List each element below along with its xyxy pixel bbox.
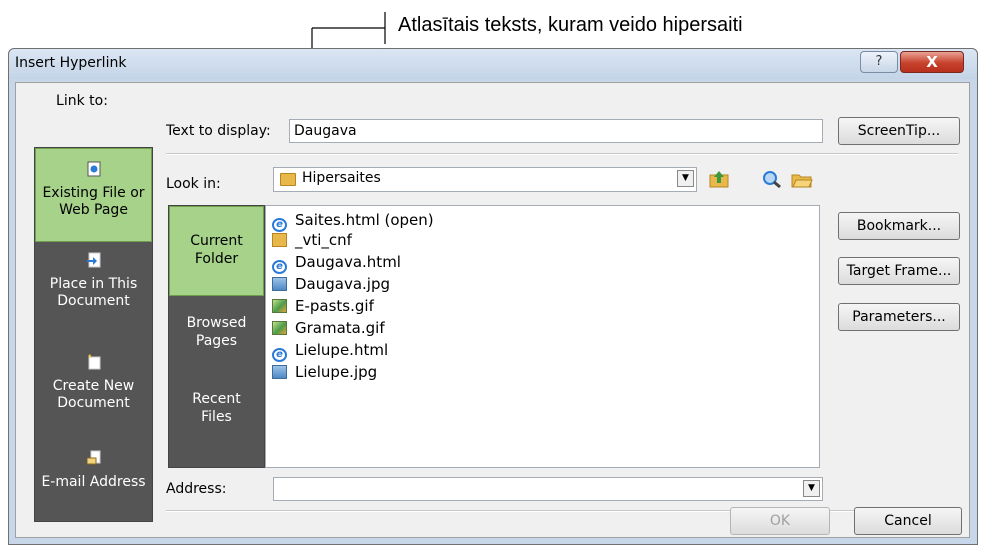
- title-bar: Insert Hyperlink ? X: [9, 49, 977, 79]
- look-in-dropdown[interactable]: Hipersaites ▼: [273, 167, 697, 192]
- gif-file-icon: [272, 321, 287, 335]
- new-document-icon: [87, 354, 100, 370]
- link-to-existing-file[interactable]: Existing File or Web Page: [35, 148, 152, 242]
- file-name: Daugava.jpg: [295, 275, 391, 293]
- dialog-body: Link to: Existing File or Web Page Place…: [15, 82, 970, 538]
- parameters-button[interactable]: Parameters...: [838, 303, 960, 331]
- recent-files-label-2: Files: [201, 409, 232, 425]
- look-in-value: Hipersaites: [302, 170, 381, 186]
- annotation-text: Atlasītais teksts, kuram veido hipersait…: [398, 14, 743, 36]
- list-item[interactable]: E-pasts.gif: [272, 296, 374, 316]
- link-to-label-1: Create New: [52, 378, 135, 394]
- up-folder-icon[interactable]: [708, 169, 730, 189]
- close-button[interactable]: X: [900, 51, 964, 73]
- chevron-down-icon[interactable]: ▼: [677, 170, 694, 187]
- recent-files-label-1: Recent: [192, 391, 241, 407]
- help-icon: ?: [875, 54, 883, 69]
- link-to-email-address[interactable]: E-mail Address: [35, 450, 152, 510]
- target-frame-button[interactable]: Target Frame...: [838, 257, 960, 285]
- current-folder-label-1: Current: [190, 233, 243, 249]
- address-label: Address:: [166, 481, 227, 497]
- browse-web-icon[interactable]: [761, 169, 783, 189]
- image-file-icon: [272, 365, 287, 379]
- cancel-button[interactable]: Cancel: [854, 507, 962, 535]
- link-to-label: Link to:: [56, 93, 108, 109]
- link-to-place-in-document[interactable]: Place in This Document: [35, 252, 152, 342]
- chevron-down-icon[interactable]: ▼: [803, 480, 820, 497]
- look-in-label: Look in:: [166, 176, 221, 192]
- image-file-icon: [272, 277, 287, 291]
- file-name: Saites.html (open): [295, 211, 434, 229]
- link-to-label-2: Document: [57, 293, 130, 309]
- browse-pane: Current Folder Browsed Pages Recent File…: [168, 205, 265, 468]
- bookmark-button[interactable]: Bookmark...: [838, 212, 960, 240]
- list-item[interactable]: e Saites.html (open): [272, 210, 434, 232]
- file-name: Lielupe.html: [295, 341, 389, 359]
- close-icon: X: [926, 53, 938, 71]
- current-folder-tab[interactable]: Current Folder: [169, 206, 264, 296]
- file-name: Gramata.gif: [295, 319, 385, 337]
- browse-file-icon[interactable]: [791, 169, 813, 189]
- browsed-pages-label-2: Pages: [195, 333, 238, 349]
- insert-hyperlink-dialog: Insert Hyperlink ? X Link to: Existing F…: [8, 48, 978, 545]
- recent-files-tab[interactable]: Recent Files: [169, 380, 264, 450]
- place-in-document-icon: [86, 252, 100, 268]
- divider: [166, 153, 958, 155]
- screentip-button[interactable]: ScreenTip...: [838, 117, 960, 145]
- text-to-display-field[interactable]: Daugava: [289, 119, 823, 143]
- link-to-label-1: E-mail Address: [41, 474, 146, 490]
- link-to-label-1: Place in This: [49, 276, 138, 292]
- list-item[interactable]: e Daugava.html: [272, 252, 401, 274]
- gif-file-icon: [272, 299, 287, 313]
- web-page-icon: [87, 161, 100, 177]
- file-name: Lielupe.jpg: [295, 363, 378, 381]
- browsed-pages-label-1: Browsed: [186, 315, 247, 331]
- list-item[interactable]: e Lielupe.html: [272, 340, 389, 362]
- link-to-label-2: Document: [57, 395, 130, 411]
- file-name: _vti_cnf: [295, 231, 352, 249]
- file-name: Daugava.html: [295, 253, 401, 271]
- folder-icon: [280, 173, 296, 186]
- help-button[interactable]: ?: [860, 51, 898, 73]
- list-item[interactable]: Lielupe.jpg: [272, 362, 377, 382]
- folder-icon: [272, 233, 287, 247]
- current-folder-label-2: Folder: [194, 251, 239, 267]
- email-icon: [86, 450, 100, 465]
- dialog-title: Insert Hyperlink: [15, 55, 127, 71]
- list-item[interactable]: Daugava.jpg: [272, 274, 390, 294]
- link-to-label-2: Web Page: [59, 202, 128, 218]
- address-dropdown[interactable]: ▼: [273, 477, 823, 501]
- browsed-pages-tab[interactable]: Browsed Pages: [169, 304, 264, 374]
- text-to-display-label: Text to display:: [166, 123, 271, 139]
- list-item[interactable]: Gramata.gif: [272, 318, 385, 338]
- html-file-icon: e: [272, 348, 287, 362]
- divider: [166, 510, 958, 512]
- html-file-icon: e: [272, 260, 287, 274]
- file-list[interactable]: e Saites.html (open) _vti_cnf e Daugava.ht…: [265, 205, 820, 468]
- link-to-pane: Existing File or Web Page Place in This …: [34, 147, 153, 522]
- link-to-create-new-document[interactable]: Create New Document: [35, 354, 152, 434]
- file-name: E-pasts.gif: [295, 297, 374, 315]
- link-to-label-1: Existing File or: [42, 185, 145, 201]
- ok-button[interactable]: OK: [730, 507, 830, 535]
- list-item[interactable]: _vti_cnf: [272, 230, 352, 250]
